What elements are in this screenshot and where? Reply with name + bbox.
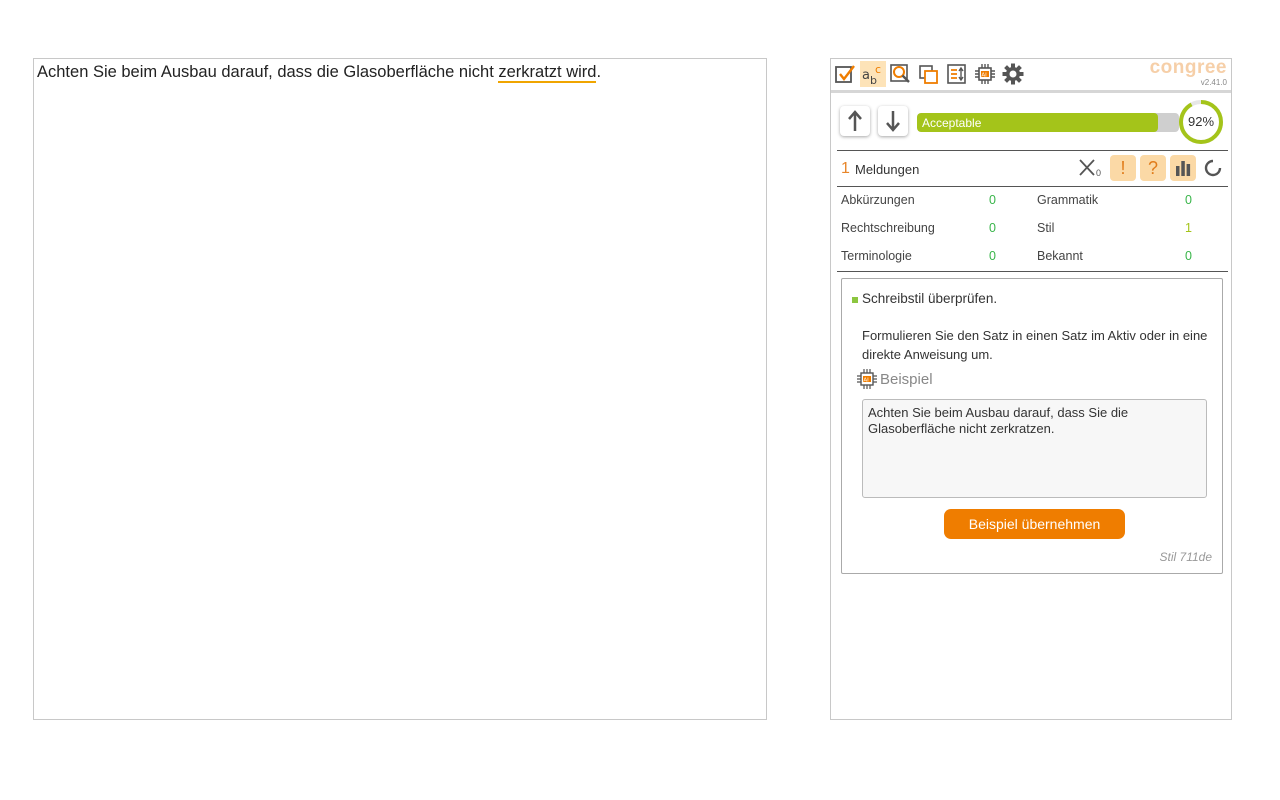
stat-value-terminology: 0	[989, 249, 996, 263]
flagged-text[interactable]: zerkratzt wird	[498, 63, 597, 83]
example-header: AI Beispiel	[856, 368, 933, 390]
copy-icon	[919, 65, 938, 84]
check-icon	[835, 65, 855, 83]
transfer-button[interactable]	[944, 61, 970, 87]
exclamation-icon: !	[1120, 157, 1126, 178]
svg-text:AI: AI	[981, 72, 987, 78]
rule-id: Stil 711de	[1159, 550, 1212, 564]
stat-label-abbreviations: Abkürzungen	[841, 193, 915, 207]
text-editor[interactable]: Achten Sie beim Ausbau darauf, dass die …	[33, 58, 767, 720]
quality-score-bar: Acceptable	[917, 113, 1179, 132]
stat-label-known: Bekannt	[1037, 249, 1083, 263]
check-button[interactable]	[832, 61, 858, 87]
congree-sidebar: a b c AI congree v2.41.0 Acceptable 92% …	[830, 58, 1232, 720]
svg-text:AI: AI	[863, 377, 869, 383]
stat-value-grammar: 0	[1185, 193, 1192, 207]
editor-text-before: Achten Sie beim Ausbau darauf, dass die …	[37, 63, 499, 81]
next-message-button[interactable]	[878, 106, 908, 136]
editor-text[interactable]: Achten Sie beim Ausbau darauf, dass die …	[37, 62, 602, 83]
spelling-abc-icon: a b c	[862, 63, 881, 86]
stat-value-abbreviations: 0	[989, 193, 996, 207]
stat-label-terminology: Terminologie	[841, 249, 912, 263]
editor-text-after: .	[596, 63, 602, 81]
settings-button[interactable]	[1000, 61, 1026, 87]
quality-score-ring: 92%	[1177, 98, 1225, 146]
ai-chip-icon: AI	[857, 369, 877, 389]
toolbar: a b c AI congree v2.41.0	[831, 57, 1231, 93]
message-description: Formulieren Sie den Satz in einen Satz i…	[862, 328, 1208, 362]
statistics-button[interactable]	[1170, 155, 1196, 181]
svg-text:a: a	[862, 68, 870, 83]
message-count: 1	[841, 160, 850, 177]
stat-label-grammar: Grammatik	[1037, 193, 1099, 207]
quality-score-percent: 92%	[1187, 114, 1215, 129]
stat-value-known: 0	[1185, 249, 1192, 263]
example-label: Beispiel	[880, 370, 933, 388]
refresh-icon	[1204, 159, 1222, 177]
stat-value-style: 1	[1185, 221, 1192, 235]
previous-message-button[interactable]	[840, 106, 870, 136]
message-title: Schreibstil überprüfen.	[862, 291, 998, 306]
stat-label-style: Stil	[1037, 221, 1055, 235]
navigation-row: Acceptable 92%	[831, 96, 1231, 150]
quality-score-label: Acceptable	[922, 116, 982, 130]
arrow-up-icon	[848, 110, 862, 131]
gear-icon	[1002, 63, 1024, 85]
arrow-down-icon	[886, 111, 900, 132]
version-label: v2.41.0	[1200, 78, 1227, 87]
message-card[interactable]: Schreibstil überprüfen. Formulieren Sie …	[841, 278, 1223, 574]
search-button[interactable]	[888, 61, 914, 87]
spelling-button[interactable]: a b c	[860, 61, 886, 87]
warnings-filter-button[interactable]: !	[1110, 155, 1136, 181]
bar-chart-icon	[1176, 161, 1191, 176]
questions-filter-button[interactable]: ?	[1140, 155, 1166, 181]
filter-count: 0	[1096, 168, 1102, 178]
copy-button[interactable]	[916, 61, 942, 87]
search-icon	[890, 64, 910, 83]
svg-text:c: c	[875, 63, 881, 76]
stat-label-spelling: Rechtschreibung	[841, 221, 935, 235]
ai-button[interactable]: AI	[972, 61, 998, 87]
ai-chip-icon: AI	[975, 64, 995, 84]
brand: congree v2.41.0	[1149, 57, 1227, 87]
messages-label: Meldungen	[855, 162, 920, 177]
category-statistics: Abkürzungen 0 Grammatik 0 Rechtschreibun…	[837, 187, 1228, 272]
stat-value-spelling: 0	[989, 221, 996, 235]
question-icon: ?	[1147, 157, 1158, 178]
messages-header: 1 Meldungen 0 ! ?	[837, 150, 1228, 187]
apply-example-button[interactable]: Beispiel übernehmen	[944, 509, 1125, 539]
example-textbox[interactable]: Achten Sie beim Ausbau darauf, dass Sie …	[862, 399, 1207, 498]
severity-bullet	[852, 297, 858, 303]
brand-logo: congree	[1149, 57, 1227, 78]
transfer-icon	[947, 64, 966, 84]
refresh-button[interactable]	[1200, 155, 1226, 181]
clear-filter-button[interactable]: 0	[1075, 155, 1105, 181]
